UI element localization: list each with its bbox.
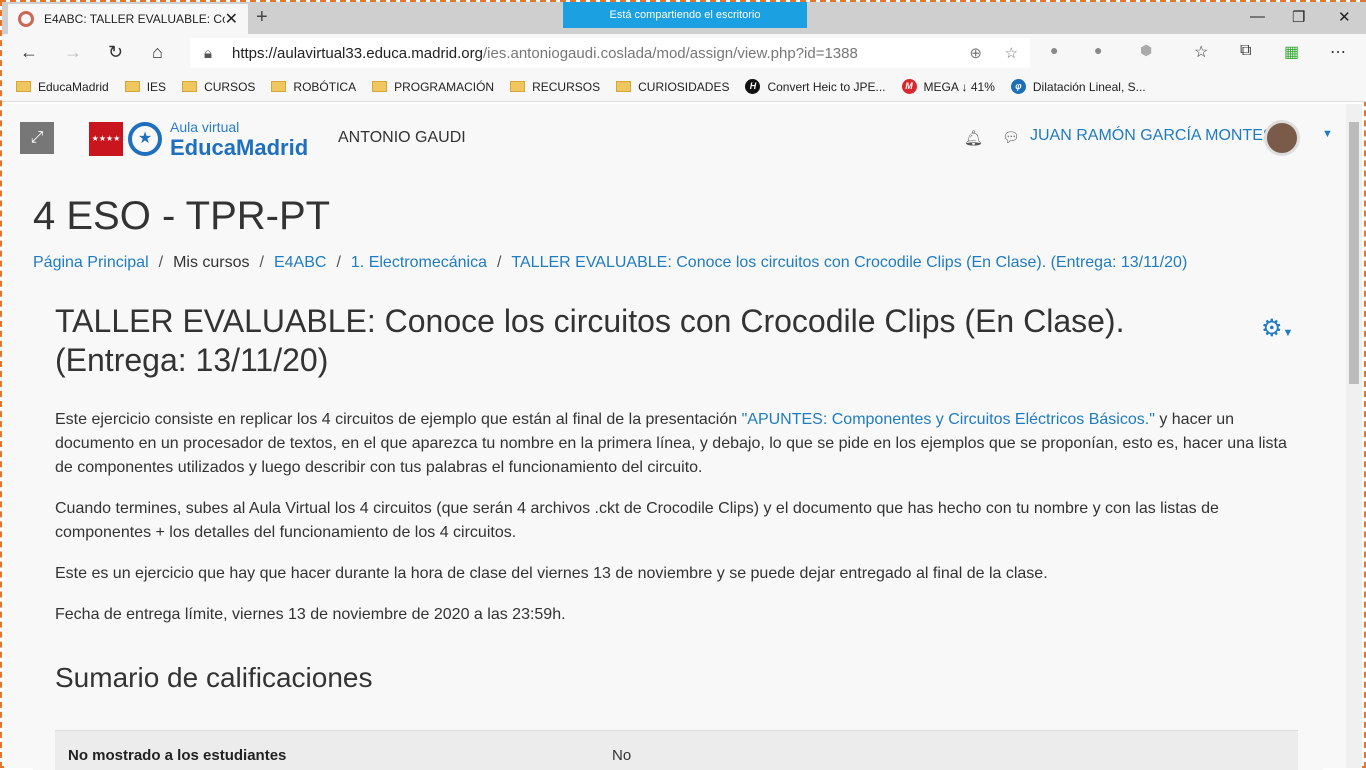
favorite-star-icon[interactable]: ☆ — [1005, 44, 1018, 62]
description-paragraph: Este es un ejercicio que hay que hacer d… — [55, 565, 1048, 582]
extension-icon[interactable]: ● — [1094, 42, 1102, 58]
back-icon[interactable]: ← — [20, 42, 38, 63]
row-value: No — [612, 747, 632, 764]
close-tab-icon[interactable]: ✕ — [225, 9, 238, 29]
bookmark-label: CURIOSIDADES — [638, 79, 730, 94]
bookmark[interactable]: M MEGA ↓ 41% — [901, 79, 995, 94]
messages-icon[interactable]: 💬︎ — [1002, 129, 1020, 146]
folder-icon — [372, 81, 388, 92]
folder-icon — [16, 81, 31, 92]
calculator-extension-icon[interactable]: ▦ — [1284, 42, 1299, 62]
zoom-icon[interactable]: ⊕ — [969, 44, 982, 62]
text: Este ejercicio consiste en replicar los … — [55, 411, 742, 428]
extension-icon[interactable]: ● — [1050, 42, 1058, 58]
page-scrollbar[interactable] — [1346, 104, 1362, 768]
close-window-icon[interactable]: ✕ — [1338, 8, 1351, 26]
bookmark-label: EducaMadrid — [38, 79, 109, 94]
address-bar[interactable]: 🔒︎ https://aulavirtual33.educa.madrid.or… — [190, 38, 1030, 68]
educamadrid-logo-icon[interactable]: ★ — [128, 122, 162, 156]
folder-icon — [182, 81, 198, 92]
navigation-bar: ← → ↻ ⌂ 🔒︎ https://aulavirtual33.educa.m… — [2, 34, 1366, 72]
site-header: ⤢ ★★★★ ★ Aula virtual EducaMadrid ANTONI… — [4, 104, 1350, 172]
folder-icon — [271, 81, 287, 92]
breadcrumb-my-courses: Mis cursos — [173, 254, 250, 271]
assignment-title: TALLER EVALUABLE: Conoce los circuitos c… — [55, 303, 1125, 378]
bookmark[interactable]: H Convert Heic to JPE... — [745, 79, 886, 94]
grading-summary-table: No mostrado a los estudiantes No — [55, 730, 1298, 770]
bookmark-label: MEGA ↓ 41% — [923, 79, 995, 94]
logo-line2: EducaMadrid — [170, 135, 309, 160]
logo-line1: Aula virtual — [170, 119, 240, 135]
bookmark-label: Convert Heic to JPE... — [767, 79, 886, 94]
description-paragraph: Este ejercicio consiste en replicar los … — [55, 408, 1295, 480]
bookmark-label: ROBÓTICA — [293, 79, 357, 94]
bookmark-label: Dilatación Lineal, S... — [1032, 79, 1146, 94]
bookmark[interactable]: PROGRAMACIÓN — [372, 80, 494, 94]
due-date-paragraph: Fecha de entrega límite, viernes 13 de n… — [55, 606, 566, 623]
bookmark[interactable]: CURIOSIDADES — [616, 80, 729, 94]
breadcrumb-section[interactable]: 1. Electromecánica — [351, 254, 487, 271]
row-label: No mostrado a los estudiantes — [68, 747, 287, 764]
comunidad-madrid-logo[interactable]: ★★★★ — [89, 122, 123, 156]
bookmark[interactable]: ROBÓTICA — [271, 80, 356, 94]
heic-converter-icon: H — [745, 79, 761, 94]
breadcrumb: Página Principal / Mis cursos / E4ABC/1. Ele… — [33, 254, 1188, 271]
tab-bar: E4ABC: TALLER EVALUABLE: Conoce ✕ + Está… — [2, 2, 1366, 34]
assignment-description: Este ejercicio consiste en replicar los … — [55, 408, 1295, 644]
bookmark-label: PROGRAMACIÓN — [394, 79, 495, 94]
notifications-bell-icon[interactable]: 🔔︎ — [964, 129, 983, 147]
collections-icon[interactable]: ⧉ — [1240, 42, 1251, 60]
tab-title: E4ABC: TALLER EVALUABLE: Conoce — [44, 12, 225, 26]
bookmark-label: RECURSOS — [532, 79, 601, 94]
bookmark-label: CURSOS — [204, 79, 256, 94]
forward-icon[interactable]: → — [64, 42, 82, 63]
folder-icon — [124, 81, 140, 92]
more-menu-icon[interactable]: ⋯ — [1330, 42, 1346, 62]
site-favicon-icon — [18, 11, 34, 27]
bookmark[interactable]: φ Dilatación Lineal, S... — [1010, 79, 1146, 94]
url-domain: https://aulavirtual33.educa.madrid.org — [232, 44, 483, 62]
breadcrumb-home[interactable]: Página Principal — [33, 254, 149, 271]
favorites-list-icon[interactable]: ☆ — [1194, 42, 1208, 62]
main-content: 4 ESO - TPR-PT Página Principal / Mis curs… — [4, 172, 1350, 770]
scrollbar-thumb[interactable] — [1349, 122, 1359, 384]
sharing-banner[interactable]: Está compartiendo el escritorio — [563, 2, 807, 28]
bookmark[interactable]: RECURSOS — [510, 80, 600, 94]
assignment-card: TALLER EVALUABLE: Conoce los circuitos c… — [33, 290, 1323, 770]
user-menu-name[interactable]: JUAN RAMÓN GARCÍA MONTES — [1030, 127, 1274, 145]
bookmark[interactable]: IES — [124, 79, 167, 94]
chevron-down-icon[interactable]: ▼ — [1322, 128, 1333, 140]
bookmark[interactable]: EducaMadrid — [16, 80, 109, 94]
minimize-icon[interactable]: — — [1250, 8, 1265, 25]
grading-summary-heading: Sumario de calificaciones — [55, 662, 373, 693]
site-name[interactable]: ANTONIO GAUDI — [338, 129, 466, 147]
lock-icon: 🔒︎ — [204, 44, 212, 62]
bookmarks-bar: EducaMadrid IES CURSOS ROBÓTICA PROGRAMA… — [2, 72, 1366, 102]
mega-icon: M — [901, 79, 917, 94]
home-icon[interactable]: ⌂ — [152, 42, 163, 63]
refresh-icon[interactable]: ↻ — [108, 42, 123, 63]
page-title: 4 ESO - TPR-PT — [33, 194, 331, 238]
browser-tab[interactable]: E4ABC: TALLER EVALUABLE: Conoce ✕ — [8, 4, 248, 34]
restore-icon[interactable]: ❐ — [1292, 8, 1305, 26]
apuntes-link[interactable]: "APUNTES: Componentes y Circuitos Eléctr… — [742, 411, 1155, 428]
description-paragraph: Cuando termines, subes al Aula Virtual l… — [55, 500, 1219, 541]
expand-icon[interactable]: ⤢ — [20, 122, 54, 154]
breadcrumb-assignment[interactable]: TALLER EVALUABLE: Conoce los circuitos c… — [511, 254, 1187, 271]
bookmark[interactable]: CURSOS — [182, 80, 255, 94]
folder-icon — [616, 81, 632, 92]
bookmark-label: IES — [146, 79, 167, 94]
new-tab-icon[interactable]: + — [256, 6, 268, 29]
avatar[interactable] — [1264, 120, 1300, 156]
folder-icon — [510, 81, 526, 92]
url-path: /ies.antoniogaudi.coslada/mod/assign/vie… — [482, 44, 858, 62]
breadcrumb-course[interactable]: E4ABC — [274, 254, 326, 271]
shield-extension-icon[interactable]: ⬢ — [1140, 42, 1152, 59]
settings-gear-icon[interactable]: ⚙▼ — [1261, 314, 1293, 343]
phi-icon: φ — [1010, 79, 1026, 94]
